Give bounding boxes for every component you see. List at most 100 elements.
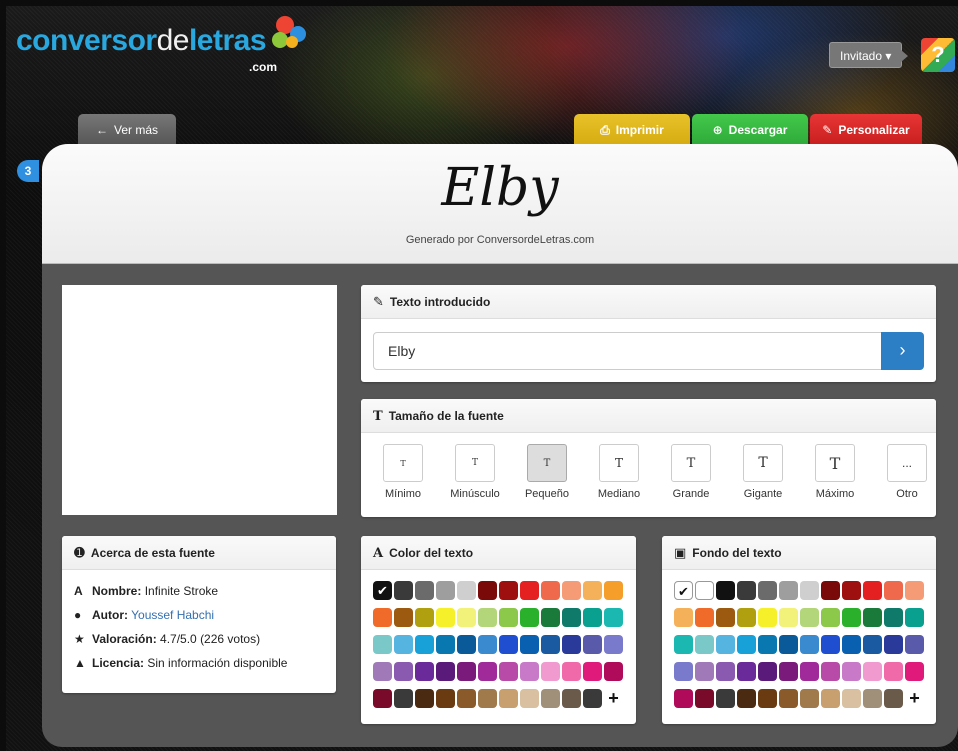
size-option-0[interactable]: T Mínimo (373, 444, 433, 500)
submit-arrow-button[interactable]: › (881, 332, 924, 370)
bg-color-swatch[interactable] (884, 608, 903, 627)
text-color-swatch[interactable] (520, 608, 539, 627)
bg-color-swatch[interactable] (863, 635, 882, 654)
bg-color-swatch[interactable] (884, 662, 903, 681)
bg-color-swatch[interactable] (674, 662, 693, 681)
bg-color-swatch[interactable] (842, 581, 861, 600)
bg-color-swatch[interactable] (863, 581, 882, 600)
size-option-5[interactable]: T Gigante (733, 444, 793, 500)
bg-color-swatch[interactable] (695, 581, 714, 600)
bg-color-swatch[interactable] (905, 581, 924, 600)
text-color-swatch[interactable] (520, 635, 539, 654)
text-color-swatch[interactable] (373, 608, 392, 627)
text-color-swatch[interactable] (583, 635, 602, 654)
text-color-swatch[interactable] (562, 581, 581, 600)
text-color-swatch[interactable] (604, 662, 623, 681)
text-color-swatch[interactable] (373, 635, 392, 654)
bg-color-swatch[interactable] (758, 662, 777, 681)
text-color-swatch[interactable] (541, 608, 560, 627)
bg-color-swatch[interactable] (758, 635, 777, 654)
counter-badge[interactable]: 3 (17, 160, 39, 182)
bg-color-swatch[interactable] (821, 581, 840, 600)
bg-color-swatch[interactable] (779, 689, 798, 708)
text-color-swatch[interactable] (499, 608, 518, 627)
text-color-swatch[interactable] (541, 635, 560, 654)
bg-color-swatch[interactable] (842, 608, 861, 627)
bg-color-swatch[interactable] (884, 635, 903, 654)
text-color-swatch[interactable] (478, 608, 497, 627)
customize-tab[interactable]: ✎ Personalizar (810, 114, 922, 146)
bg-color-swatch[interactable] (842, 635, 861, 654)
bg-color-swatch[interactable] (863, 662, 882, 681)
text-color-swatch[interactable] (394, 635, 413, 654)
text-color-swatch[interactable] (436, 689, 455, 708)
text-color-swatch[interactable] (541, 689, 560, 708)
text-color-swatch[interactable] (457, 608, 476, 627)
bg-color-swatch[interactable] (737, 608, 756, 627)
text-color-swatch[interactable] (562, 662, 581, 681)
text-color-swatch[interactable] (541, 662, 560, 681)
bg-color-swatch[interactable] (800, 635, 819, 654)
bg-color-swatch[interactable] (695, 689, 714, 708)
text-color-swatch[interactable] (499, 662, 518, 681)
bg-color-swatch[interactable] (779, 581, 798, 600)
text-color-swatch[interactable] (415, 689, 434, 708)
text-color-swatch[interactable] (478, 662, 497, 681)
text-color-swatch[interactable] (499, 635, 518, 654)
bg-color-swatch[interactable] (758, 689, 777, 708)
text-color-swatch[interactable] (562, 689, 581, 708)
size-option-6[interactable]: T Máximo (805, 444, 865, 500)
bg-color-swatch[interactable] (779, 635, 798, 654)
download-tab[interactable]: ⊕ Descargar (692, 114, 808, 146)
bg-color-swatch[interactable] (716, 608, 735, 627)
text-color-swatch[interactable] (604, 635, 623, 654)
bg-color-add-color-button[interactable]: + (905, 689, 924, 708)
size-option-3[interactable]: T Mediano (589, 444, 649, 500)
text-color-swatch[interactable] (415, 662, 434, 681)
text-color-swatch[interactable] (583, 581, 602, 600)
bg-color-swatch[interactable] (800, 689, 819, 708)
size-option-7[interactable]: ... Otro (877, 444, 936, 500)
bg-color-swatch[interactable] (695, 662, 714, 681)
text-color-swatch[interactable] (499, 581, 518, 600)
text-color-swatch[interactable] (394, 581, 413, 600)
bg-color-swatch[interactable] (821, 608, 840, 627)
text-color-swatch[interactable] (478, 689, 497, 708)
text-color-swatch[interactable] (394, 689, 413, 708)
text-color-swatch[interactable] (436, 608, 455, 627)
bg-color-swatch[interactable] (884, 689, 903, 708)
text-color-swatch[interactable] (415, 635, 434, 654)
text-color-swatch[interactable] (604, 608, 623, 627)
text-color-swatch[interactable] (436, 635, 455, 654)
bg-color-swatch[interactable] (737, 635, 756, 654)
text-color-swatch[interactable] (520, 662, 539, 681)
text-color-swatch[interactable] (499, 689, 518, 708)
text-color-swatch[interactable] (436, 662, 455, 681)
text-color-swatch[interactable] (520, 689, 539, 708)
bg-color-swatch[interactable] (821, 662, 840, 681)
text-color-swatch[interactable] (457, 662, 476, 681)
bg-color-swatch[interactable] (758, 581, 777, 600)
bg-color-swatch[interactable] (863, 608, 882, 627)
text-color-swatch[interactable] (604, 581, 623, 600)
text-color-add-color-button[interactable]: + (604, 689, 623, 708)
bg-color-swatch[interactable] (884, 581, 903, 600)
text-color-swatch[interactable] (478, 635, 497, 654)
help-button[interactable]: ? (921, 38, 955, 72)
text-color-swatch[interactable] (436, 581, 455, 600)
text-color-swatch[interactable] (583, 662, 602, 681)
bg-color-swatch[interactable] (695, 635, 714, 654)
bg-color-swatch[interactable] (737, 689, 756, 708)
bg-color-swatch[interactable] (800, 581, 819, 600)
user-menu-button[interactable]: Invitado ▾ (829, 42, 909, 68)
bg-color-swatch[interactable] (674, 689, 693, 708)
text-color-swatch[interactable] (415, 581, 434, 600)
text-color-swatch[interactable] (520, 581, 539, 600)
bg-color-swatch[interactable] (800, 662, 819, 681)
bg-color-swatch[interactable] (674, 635, 693, 654)
print-tab[interactable]: ⎙ Imprimir (574, 114, 690, 146)
bg-color-swatch[interactable] (779, 608, 798, 627)
bg-color-swatch[interactable] (716, 662, 735, 681)
bg-color-swatch[interactable] (842, 689, 861, 708)
text-color-swatch[interactable] (457, 635, 476, 654)
